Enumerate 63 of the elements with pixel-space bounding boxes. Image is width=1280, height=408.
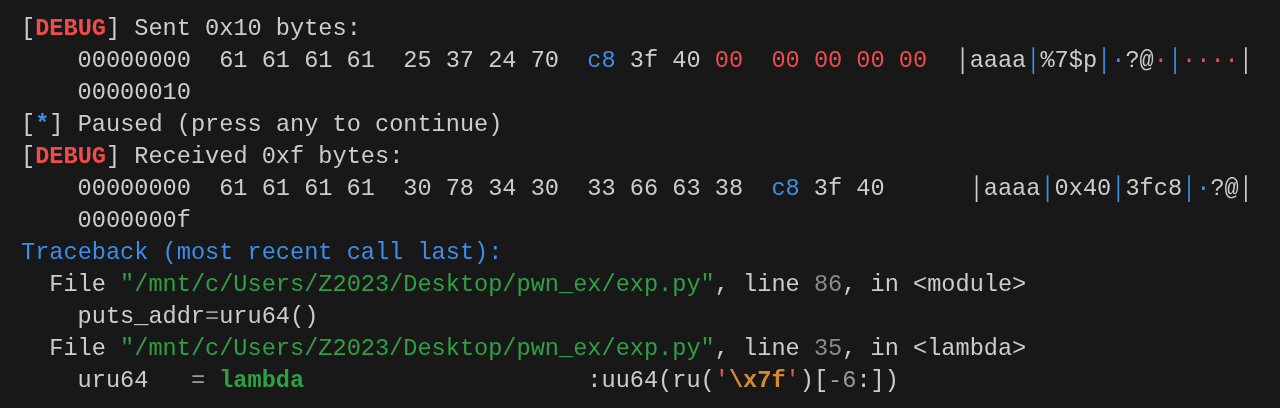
terminal-text: ] Sent 0x10 bytes: [105, 15, 361, 42]
terminal-text: 0000000f [77, 207, 191, 234]
terminal-text: 00000000 61 61 61 61 25 37 24 70 [77, 47, 560, 74]
terminal-text: :]) [856, 367, 899, 394]
escape-sequence: \x7f [728, 367, 786, 394]
terminal-text: aaaa [969, 47, 1027, 74]
terminal-text: uru64 [77, 367, 150, 394]
terminal-text: 3f 40 [628, 47, 702, 74]
terminal-text: 00000000 61 61 61 61 30 78 34 30 33 66 63 38 [77, 175, 745, 202]
terminal-text: uru64() [219, 303, 319, 330]
column-separator: │ [1111, 175, 1126, 202]
terminal-text: [ [21, 15, 36, 42]
zero-bytes: 00 00 00 00 00 [714, 47, 928, 74]
terminal-text: aaaa [983, 175, 1041, 202]
terminal-text: 00000010 [77, 79, 191, 106]
column-separator: │ [1040, 175, 1055, 202]
file-path: "/mnt/c/Users/Z2023/Desktop/pwn_ex/exp.py" [120, 335, 715, 362]
dot-glyph: · [1196, 175, 1211, 202]
terminal-text: 0x40 [1054, 175, 1112, 202]
column-separator: │ [1167, 47, 1183, 74]
terminal-text: ?@ [1210, 175, 1239, 202]
dot-glyph: ···· [1182, 47, 1239, 74]
column-separator: │ [1026, 47, 1041, 74]
terminal-text: %7$p [1040, 47, 1098, 74]
debug-tag: DEBUG [35, 143, 106, 170]
terminal-text: 3f 40 [812, 175, 885, 202]
line-number: 86 [813, 271, 843, 298]
column-separator: │ [1238, 47, 1253, 74]
operator: = [205, 303, 220, 330]
terminal-text: , line [714, 271, 801, 298]
file-path: "/mnt/c/Users/Z2023/Desktop/pwn_ex/exp.py" [120, 271, 715, 298]
line-number: 35 [813, 335, 843, 362]
keyword: lambda [219, 367, 305, 394]
terminal-text: ] Paused (press any to continue) [49, 111, 503, 138]
column-separator: │ [1097, 47, 1112, 74]
hex-byte: c8 [587, 47, 616, 74]
terminal-text: File [49, 271, 107, 298]
dot-glyph: · [1153, 47, 1168, 74]
terminal-text: File [49, 335, 107, 362]
terminal-text: ] Received 0xf bytes: [105, 143, 404, 170]
terminal-text: ?@ [1125, 47, 1154, 74]
operator: = [190, 367, 207, 394]
operator: -6 [828, 367, 857, 394]
terminal-text: , in <lambda> [842, 335, 1027, 362]
column-separator: │ [954, 47, 970, 74]
terminal-text: [ [21, 143, 36, 170]
terminal-text: 3fc8 [1125, 175, 1183, 202]
debug-tag: DEBUG [35, 15, 106, 42]
terminal-text: , in <module> [842, 271, 1027, 298]
hex-byte: c8 [771, 175, 800, 202]
terminal-text: , line [714, 335, 801, 362]
column-separator: │ [1182, 175, 1197, 202]
quote-mark: ' [785, 367, 800, 394]
dot-glyph: · [1111, 47, 1126, 74]
quote-mark: ' [714, 367, 729, 394]
terminal-text: [ [21, 111, 36, 138]
terminal-text: puts_addr [77, 303, 206, 330]
column-separator: │ [1238, 175, 1253, 202]
terminal-text: :uu64(ru( [586, 367, 715, 394]
terminal-text: )[ [799, 367, 829, 394]
traceback-heading: Traceback (most recent call last): [21, 239, 503, 266]
column-separator: │ [968, 175, 984, 202]
info-marker: * [35, 111, 50, 138]
